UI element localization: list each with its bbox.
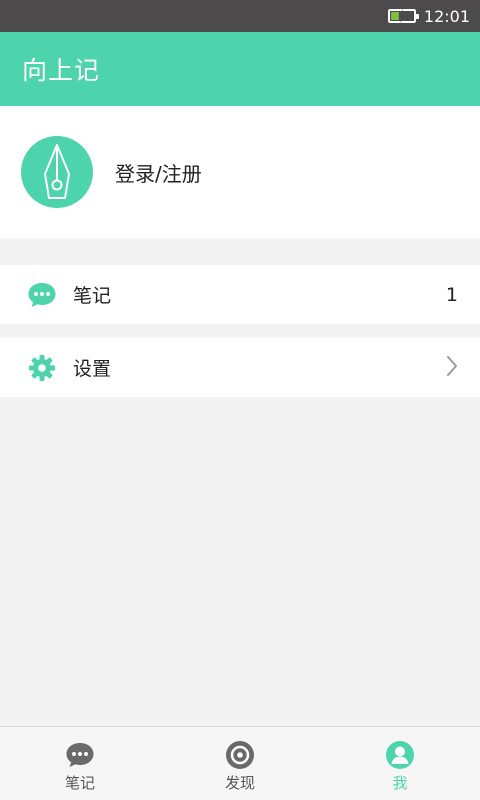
discover-icon (225, 740, 255, 770)
nav-tab-me[interactable]: 我 (320, 727, 480, 800)
avatar[interactable] (21, 136, 93, 208)
status-bar: 12:01 (0, 0, 480, 32)
app-title: 向上记 (22, 56, 101, 85)
chat-bubble-icon (27, 280, 57, 310)
menu-item-settings[interactable]: 设置 (0, 338, 480, 397)
nav-tab-discover[interactable]: 发现 (160, 727, 320, 800)
battery-icon (387, 9, 419, 23)
notes-count: 1 (445, 283, 458, 306)
bottom-nav: 笔记 发现 我 (0, 726, 480, 800)
gear-icon (27, 353, 57, 383)
charging-bolt-icon (397, 9, 406, 23)
login-register-link[interactable]: 登录/注册 (115, 158, 202, 187)
chat-bubble-icon (65, 740, 95, 770)
pen-nib-icon (44, 144, 70, 199)
person-icon (385, 740, 415, 770)
menu-item-settings-label: 设置 (73, 358, 112, 380)
nav-tab-notes[interactable]: 笔记 (0, 727, 160, 800)
menu-item-notes-label: 笔记 (73, 285, 112, 307)
profile-section[interactable]: 登录/注册 (0, 106, 480, 238)
app-bar: 向上记 (0, 32, 480, 106)
menu-item-notes[interactable]: 笔记 1 (0, 265, 480, 324)
status-time: 12:01 (423, 6, 470, 26)
nav-tab-notes-label: 笔记 (64, 774, 95, 792)
chevron-right-icon (446, 355, 458, 381)
nav-tab-me-label: 我 (392, 774, 408, 792)
nav-tab-discover-label: 发现 (224, 774, 255, 792)
